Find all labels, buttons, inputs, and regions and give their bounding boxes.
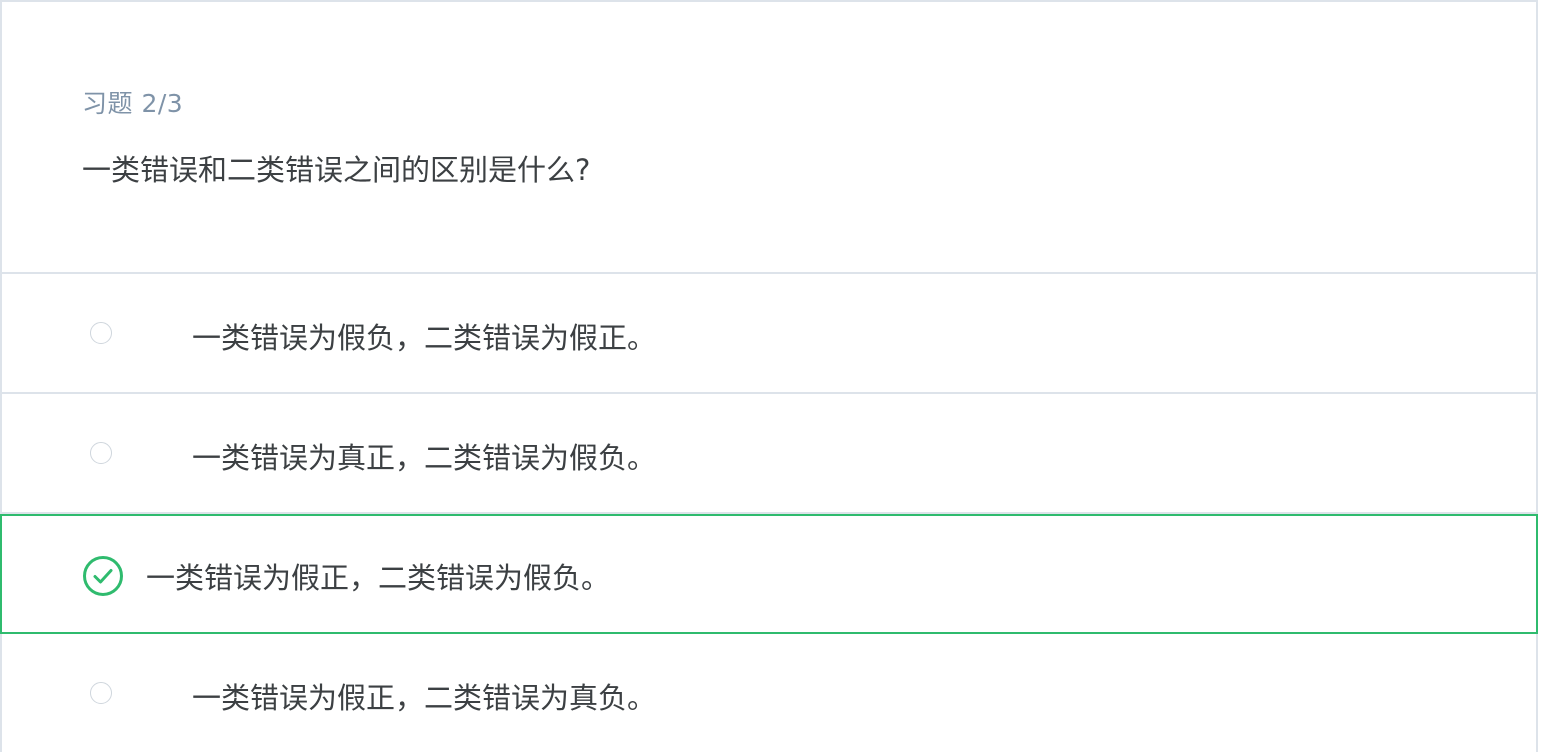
exercise-counter: 习题 2/3 xyxy=(82,89,184,118)
answer-option-4[interactable]: 一类错误为假正，二类错误为真负。 xyxy=(2,634,1536,754)
quiz-card: 习题 2/3 一类错误和二类错误之间的区别是什么? 一类错误为假负，二类错误为假… xyxy=(0,0,1538,752)
answer-option-3-selected[interactable]: 一类错误为假正，二类错误为假负。 xyxy=(0,514,1538,634)
radio-circle-icon[interactable] xyxy=(90,322,112,344)
answer-option-1[interactable]: 一类错误为假负，二类错误为假正。 xyxy=(2,274,1536,394)
question-text: 一类错误和二类错误之间的区别是什么? xyxy=(82,153,591,187)
radio-circle-icon[interactable] xyxy=(90,442,112,464)
check-circle-icon[interactable] xyxy=(82,555,124,597)
question-header: 习题 2/3 一类错误和二类错误之间的区别是什么? xyxy=(2,2,1536,274)
radio-circle-icon[interactable] xyxy=(90,682,112,704)
answer-option-2[interactable]: 一类错误为真正，二类错误为假负。 xyxy=(2,394,1536,514)
answer-option-label: 一类错误为假正，二类错误为真负。 xyxy=(192,681,657,715)
answer-option-label: 一类错误为真正，二类错误为假负。 xyxy=(192,441,657,475)
answer-option-label: 一类错误为假负，二类错误为假正。 xyxy=(192,321,657,355)
answer-option-label: 一类错误为假正，二类错误为假负。 xyxy=(146,561,611,595)
